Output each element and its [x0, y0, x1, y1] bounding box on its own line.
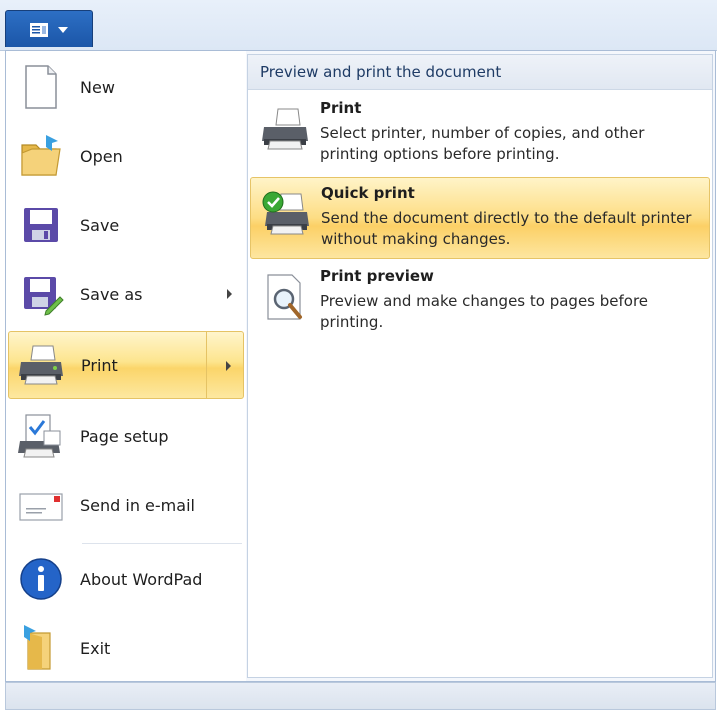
submenu-header: Preview and print the document — [248, 55, 712, 90]
menu-item-new[interactable]: New — [8, 53, 244, 121]
submenu-item-title: Print — [320, 99, 362, 117]
quick-print-icon — [262, 191, 309, 235]
save-disk-icon — [24, 208, 58, 242]
menu-item-about[interactable]: About WordPad — [8, 545, 244, 613]
menu-item-send-email[interactable]: Send in e-mail — [8, 471, 244, 539]
menu-separator — [82, 543, 242, 544]
submenu-item-description: Send the document directly to the defaul… — [321, 209, 692, 248]
submenu-expander[interactable] — [206, 332, 243, 398]
info-icon — [20, 558, 62, 600]
print-submenu: Preview and print the document Print Sel… — [247, 54, 713, 678]
document-icon — [30, 23, 48, 37]
menu-item-print[interactable]: Print — [8, 331, 244, 399]
application-menu-button[interactable] — [5, 10, 93, 47]
open-folder-icon — [21, 135, 61, 176]
menu-item-label: Save — [80, 215, 120, 235]
menu-item-exit[interactable]: Exit — [8, 614, 244, 682]
save-as-icon — [24, 277, 64, 316]
print-preview-icon — [267, 274, 302, 320]
page-setup-icon — [18, 414, 61, 458]
menu-item-label: About WordPad — [80, 569, 203, 589]
printer-icon — [19, 345, 63, 385]
menu-item-label: New — [80, 77, 115, 97]
application-menu: New Open Save Save as Print Page setup S… — [5, 50, 716, 682]
ribbon-top-bar — [0, 0, 717, 51]
exit-icon — [24, 625, 51, 670]
submenu-item-title: Quick print — [321, 184, 415, 202]
status-bar — [5, 682, 716, 710]
submenu-arrow-icon — [226, 361, 231, 371]
menu-item-label: Page setup — [80, 426, 169, 446]
submenu-item-description: Select printer, number of copies, and ot… — [320, 124, 645, 163]
menu-item-label: Open — [80, 146, 123, 166]
application-menu-commands: New Open Save Save as Print Page setup S… — [6, 51, 246, 681]
submenu-item-description: Preview and make changes to pages before… — [320, 292, 649, 331]
menu-item-label: Send in e-mail — [80, 495, 195, 515]
printer-icon — [262, 108, 308, 150]
menu-item-label: Exit — [80, 638, 111, 658]
submenu-item-title: Print preview — [320, 267, 434, 285]
chevron-down-icon — [58, 27, 68, 33]
submenu-item-print[interactable]: Print Select printer, number of copies, … — [250, 93, 710, 175]
submenu-item-print-preview[interactable]: Print preview Preview and make changes t… — [250, 261, 710, 343]
menu-item-page-setup[interactable]: Page setup — [8, 402, 244, 470]
new-document-icon — [25, 65, 57, 109]
submenu-item-quick-print[interactable]: Quick print Send the document directly t… — [250, 177, 710, 259]
menu-item-save[interactable]: Save — [8, 191, 244, 259]
menu-item-save-as[interactable]: Save as — [8, 260, 244, 328]
menu-item-open[interactable]: Open — [8, 122, 244, 190]
email-icon — [19, 493, 63, 521]
menu-item-label: Print — [81, 355, 118, 375]
menu-item-label: Save as — [80, 284, 143, 304]
submenu-arrow-icon — [227, 289, 232, 299]
